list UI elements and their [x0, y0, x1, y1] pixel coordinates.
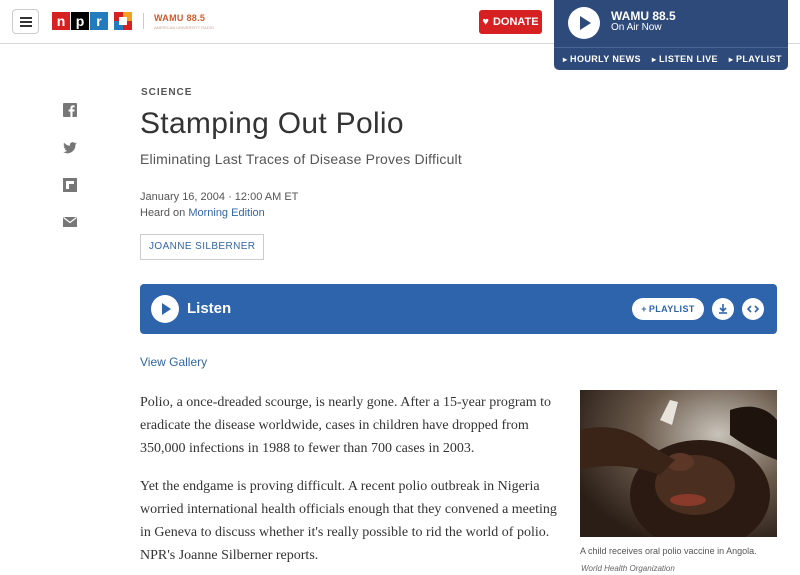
- photo-credit: World Health Organization: [581, 564, 675, 573]
- view-gallery-link[interactable]: View Gallery: [140, 355, 207, 369]
- article-subtitle: Eliminating Last Traces of Disease Prove…: [140, 151, 462, 167]
- live-play-button[interactable]: [568, 7, 600, 39]
- vaccination-photo-image: [580, 390, 777, 537]
- byline-button[interactable]: JOANNE SILBERNER: [140, 234, 265, 260]
- morning-edition-link[interactable]: Morning Edition: [188, 207, 264, 219]
- article-date: January 16, 2004 · 12:00 AM ET: [140, 191, 299, 203]
- listen-live-link[interactable]: LISTEN LIVE: [652, 54, 718, 64]
- listen-label[interactable]: Listen: [187, 300, 231, 317]
- heart-icon: ♥: [482, 16, 489, 28]
- npr-cube-icon: [114, 12, 132, 30]
- download-icon: [719, 304, 727, 314]
- menu-icon: [19, 16, 32, 19]
- embed-button[interactable]: [742, 298, 764, 320]
- add-to-playlist-button[interactable]: + PLAYLIST: [632, 298, 704, 320]
- hourly-news-link[interactable]: HOURLY NEWS: [563, 54, 641, 64]
- article-paragraph: Yet the endgame is proving difficult. A …: [140, 479, 557, 563]
- listen-play-button[interactable]: [151, 295, 179, 323]
- player-status: On Air Now: [611, 22, 662, 33]
- donate-button[interactable]: ♥ DONATE: [479, 10, 542, 34]
- audio-player-bar: Listen + PLAYLIST: [140, 284, 777, 334]
- facebook-icon[interactable]: [62, 102, 78, 118]
- wamu-logo[interactable]: WAMU 88.5 AMERICAN UNIVERSITY RADIO: [154, 13, 214, 30]
- header-divider: [143, 13, 144, 29]
- heard-on: Heard on Morning Edition: [140, 207, 265, 219]
- playlist-link[interactable]: PLAYLIST: [729, 54, 782, 64]
- email-icon[interactable]: [62, 214, 78, 230]
- article-paragraph: Polio, a once-dreaded scourge, is nearly…: [140, 395, 552, 456]
- npr-logo[interactable]: n p r: [52, 12, 108, 30]
- page-title: Stamping Out Polio: [140, 107, 404, 140]
- section-label[interactable]: SCIENCE: [141, 87, 192, 98]
- live-radio-player: WAMU 88.5 On Air Now HOURLY NEWS LISTEN …: [554, 0, 788, 70]
- article-photo[interactable]: [580, 390, 777, 537]
- player-links: HOURLY NEWS LISTEN LIVE PLAYLIST: [554, 47, 788, 70]
- embed-code-icon: [747, 305, 759, 313]
- plus-icon: +: [641, 304, 647, 314]
- player-station-name: WAMU 88.5: [611, 9, 676, 23]
- download-button[interactable]: [712, 298, 734, 320]
- photo-caption: A child receives oral polio vaccine in A…: [580, 546, 757, 556]
- flipboard-icon[interactable]: [62, 177, 78, 193]
- menu-button[interactable]: [12, 9, 39, 34]
- twitter-icon[interactable]: [62, 140, 78, 156]
